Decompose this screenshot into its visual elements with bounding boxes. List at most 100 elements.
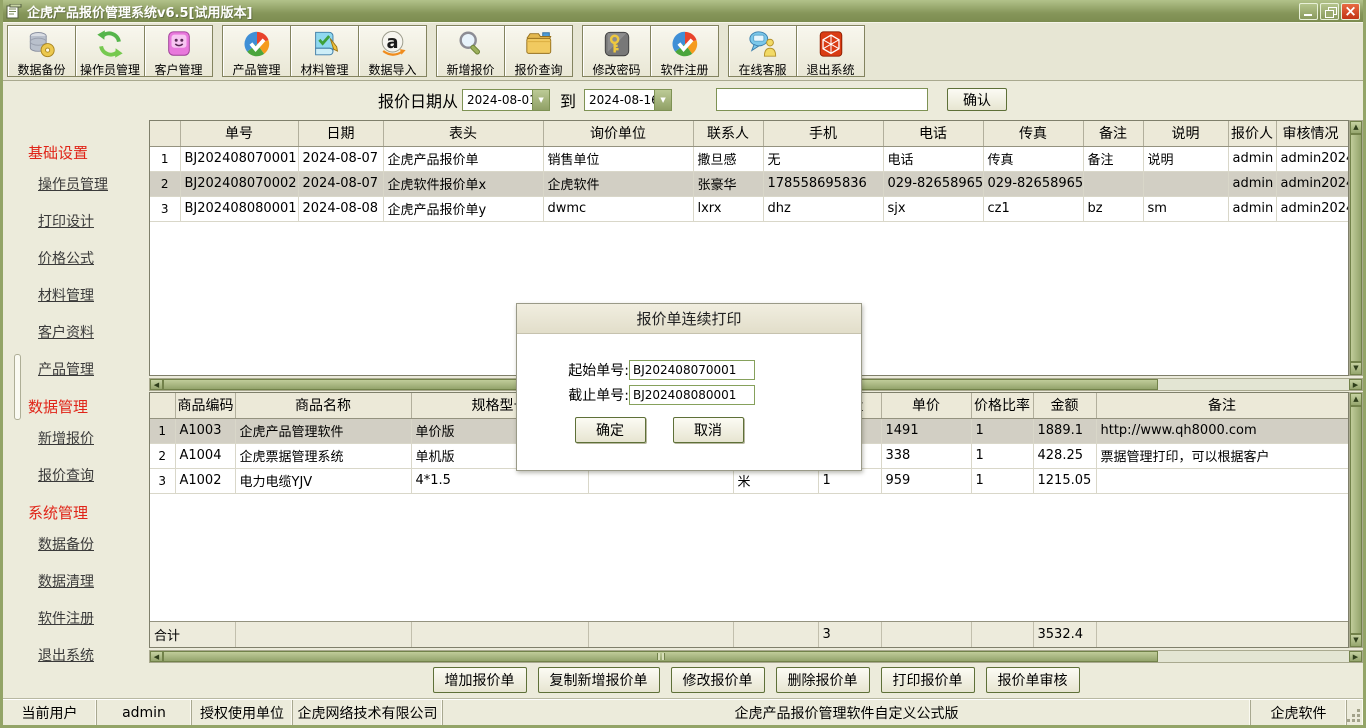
sidebar-item-product[interactable]: 产品管理 bbox=[38, 359, 149, 379]
scroll-track[interactable] bbox=[1158, 651, 1349, 662]
filter-bar: 报价日期从 2024-08-01 到 2024-08-16 确认 bbox=[3, 81, 1363, 118]
sidebar-item-quote-query[interactable]: 报价查询 bbox=[38, 465, 149, 485]
cancel-button[interactable]: 取消 bbox=[673, 417, 744, 443]
toolbar-query-button[interactable]: 报价查询 bbox=[504, 25, 573, 77]
search-input[interactable] bbox=[716, 88, 928, 111]
item-row[interactable]: 3 A1002 电力电缆YJV 4*1.5 米 1 959 1 1215.05 bbox=[150, 468, 1348, 493]
quotes-vertical-scrollbar[interactable]: ▲ ▼ bbox=[1349, 120, 1363, 376]
sidebar-section-system: 系统管理 bbox=[28, 502, 149, 523]
resize-grip[interactable] bbox=[1347, 700, 1363, 725]
date-to-value: 2024-08-16 bbox=[585, 90, 654, 110]
toolbar-exit-button[interactable]: 退出系统 bbox=[796, 25, 865, 77]
toolbar: 数据备份 操作员管理 客户管理 产品管理 材料管理 a 数据导入 bbox=[3, 22, 1363, 81]
sidebar-item-cleanup[interactable]: 数据清理 bbox=[38, 571, 149, 591]
column-header: 询价单位 bbox=[543, 121, 693, 146]
cell: admin2024- bbox=[1276, 171, 1348, 196]
dialog-title: 报价单连续打印 bbox=[517, 304, 861, 334]
sidebar-item-print-design[interactable]: 打印设计 bbox=[38, 211, 149, 231]
cell: 1 bbox=[971, 468, 1033, 493]
scroll-track[interactable] bbox=[1158, 379, 1349, 390]
cell bbox=[1096, 622, 1348, 647]
edit-quote-button[interactable]: 修改报价单 bbox=[671, 667, 765, 693]
toolbar-label: 材料管理 bbox=[301, 63, 349, 77]
delete-quote-button[interactable]: 删除报价单 bbox=[776, 667, 870, 693]
toolbar-material-button[interactable]: 材料管理 bbox=[290, 25, 359, 77]
quote-row[interactable]: 1 BJ202408070001 2024-08-07 企虎产品报价单 销售单位… bbox=[150, 146, 1348, 171]
scroll-right-icon[interactable]: ▶ bbox=[1349, 651, 1362, 662]
customer-face-icon bbox=[164, 29, 194, 63]
scroll-thumb[interactable] bbox=[163, 651, 1158, 662]
cell: lxrx bbox=[693, 196, 763, 221]
items-vertical-scrollbar[interactable]: ▲ ▼ bbox=[1349, 392, 1363, 648]
cell: 029-82658965 bbox=[883, 171, 983, 196]
toolbar-customer-button[interactable]: 客户管理 bbox=[144, 25, 213, 77]
toolbar-import-button[interactable]: a 数据导入 bbox=[358, 25, 427, 77]
toolbar-product-button[interactable]: 产品管理 bbox=[222, 25, 291, 77]
cell: 1 bbox=[818, 468, 881, 493]
toolbar-operator-button[interactable]: 操作员管理 bbox=[75, 25, 145, 77]
scroll-up-icon[interactable]: ▲ bbox=[1350, 121, 1362, 134]
scroll-down-icon[interactable]: ▼ bbox=[1350, 362, 1362, 375]
add-quote-button[interactable]: 增加报价单 bbox=[433, 667, 527, 693]
cell: 029-82658965 bbox=[983, 171, 1083, 196]
ok-button[interactable]: 确定 bbox=[575, 417, 646, 443]
scroll-left-icon[interactable]: ◀ bbox=[150, 379, 163, 390]
cell bbox=[588, 622, 733, 647]
chevron-down-icon[interactable] bbox=[654, 90, 671, 110]
column-header: 商品编码 bbox=[175, 393, 235, 418]
chevron-down-icon[interactable] bbox=[532, 90, 549, 110]
toolbar-label: 新增报价 bbox=[447, 63, 495, 77]
items-horizontal-scrollbar[interactable]: ◀ ▶ bbox=[149, 650, 1363, 663]
print-quote-button[interactable]: 打印报价单 bbox=[881, 667, 975, 693]
column-header: 价格比率 bbox=[971, 393, 1033, 418]
minimize-button[interactable] bbox=[1299, 3, 1318, 20]
start-number-input[interactable] bbox=[629, 360, 755, 380]
end-number-input[interactable] bbox=[629, 385, 755, 405]
column-header: 商品名称 bbox=[235, 393, 411, 418]
sidebar-splitter-grip[interactable] bbox=[14, 354, 21, 420]
column-header: 单号 bbox=[180, 121, 298, 146]
column-header: 金额 bbox=[1033, 393, 1096, 418]
sidebar-item-operator[interactable]: 操作员管理 bbox=[38, 174, 149, 194]
scroll-thumb[interactable] bbox=[1350, 134, 1362, 362]
toolbar-label: 报价查询 bbox=[515, 63, 563, 77]
quote-row-selected[interactable]: 2 BJ202408070002 2024-08-07 企虎软件报价单x 企虎软… bbox=[150, 171, 1348, 196]
toolbar-password-button[interactable]: 修改密码 bbox=[582, 25, 651, 77]
scroll-thumb[interactable] bbox=[1350, 406, 1362, 634]
toolbar-service-button[interactable]: 在线客服 bbox=[728, 25, 797, 77]
sidebar-item-exit[interactable]: 退出系统 bbox=[38, 645, 149, 665]
cell: dhz bbox=[763, 196, 883, 221]
sidebar-item-customer[interactable]: 客户资料 bbox=[38, 322, 149, 342]
sidebar-item-register[interactable]: 软件注册 bbox=[38, 608, 149, 628]
status-bar: 当前用户 admin 授权使用单位 企虎网络技术有限公司 企虎产品报价管理软件自… bbox=[3, 699, 1363, 725]
cell: 1889.1 bbox=[1033, 418, 1096, 443]
close-button[interactable] bbox=[1341, 3, 1360, 20]
scroll-down-icon[interactable]: ▼ bbox=[1350, 634, 1362, 647]
cell: 张豪华 bbox=[693, 171, 763, 196]
cell bbox=[588, 468, 733, 493]
sidebar-item-new-quote[interactable]: 新增报价 bbox=[38, 428, 149, 448]
confirm-button[interactable]: 确认 bbox=[947, 88, 1007, 111]
date-to-combo[interactable]: 2024-08-16 bbox=[584, 89, 672, 111]
sidebar-item-price-formula[interactable]: 价格公式 bbox=[38, 248, 149, 268]
scroll-left-icon[interactable]: ◀ bbox=[150, 651, 163, 662]
toolbar-new-quote-button[interactable]: 新增报价 bbox=[436, 25, 505, 77]
cell: 428.25 bbox=[1033, 443, 1096, 468]
cell: admin bbox=[1228, 146, 1276, 171]
quote-row[interactable]: 3 BJ202408080001 2024-08-08 企虎产品报价单y dwm… bbox=[150, 196, 1348, 221]
date-from-combo[interactable]: 2024-08-01 bbox=[462, 89, 550, 111]
audit-quote-button[interactable]: 报价单审核 bbox=[986, 667, 1080, 693]
scroll-right-icon[interactable]: ▶ bbox=[1349, 379, 1362, 390]
magnifier-icon bbox=[456, 29, 486, 63]
toolbar-register-button[interactable]: 软件注册 bbox=[650, 25, 719, 77]
toolbar-backup-button[interactable]: 数据备份 bbox=[7, 25, 76, 77]
sidebar-item-material[interactable]: 材料管理 bbox=[38, 285, 149, 305]
restore-button[interactable] bbox=[1320, 3, 1339, 20]
sidebar-item-backup[interactable]: 数据备份 bbox=[38, 534, 149, 554]
column-header: 单价 bbox=[881, 393, 971, 418]
copy-new-quote-button[interactable]: 复制新增报价单 bbox=[538, 667, 660, 693]
scroll-up-icon[interactable]: ▲ bbox=[1350, 393, 1362, 406]
status-company: 企虎网络技术有限公司 bbox=[293, 700, 443, 725]
key-icon bbox=[602, 29, 632, 63]
cell: admin bbox=[1228, 196, 1276, 221]
